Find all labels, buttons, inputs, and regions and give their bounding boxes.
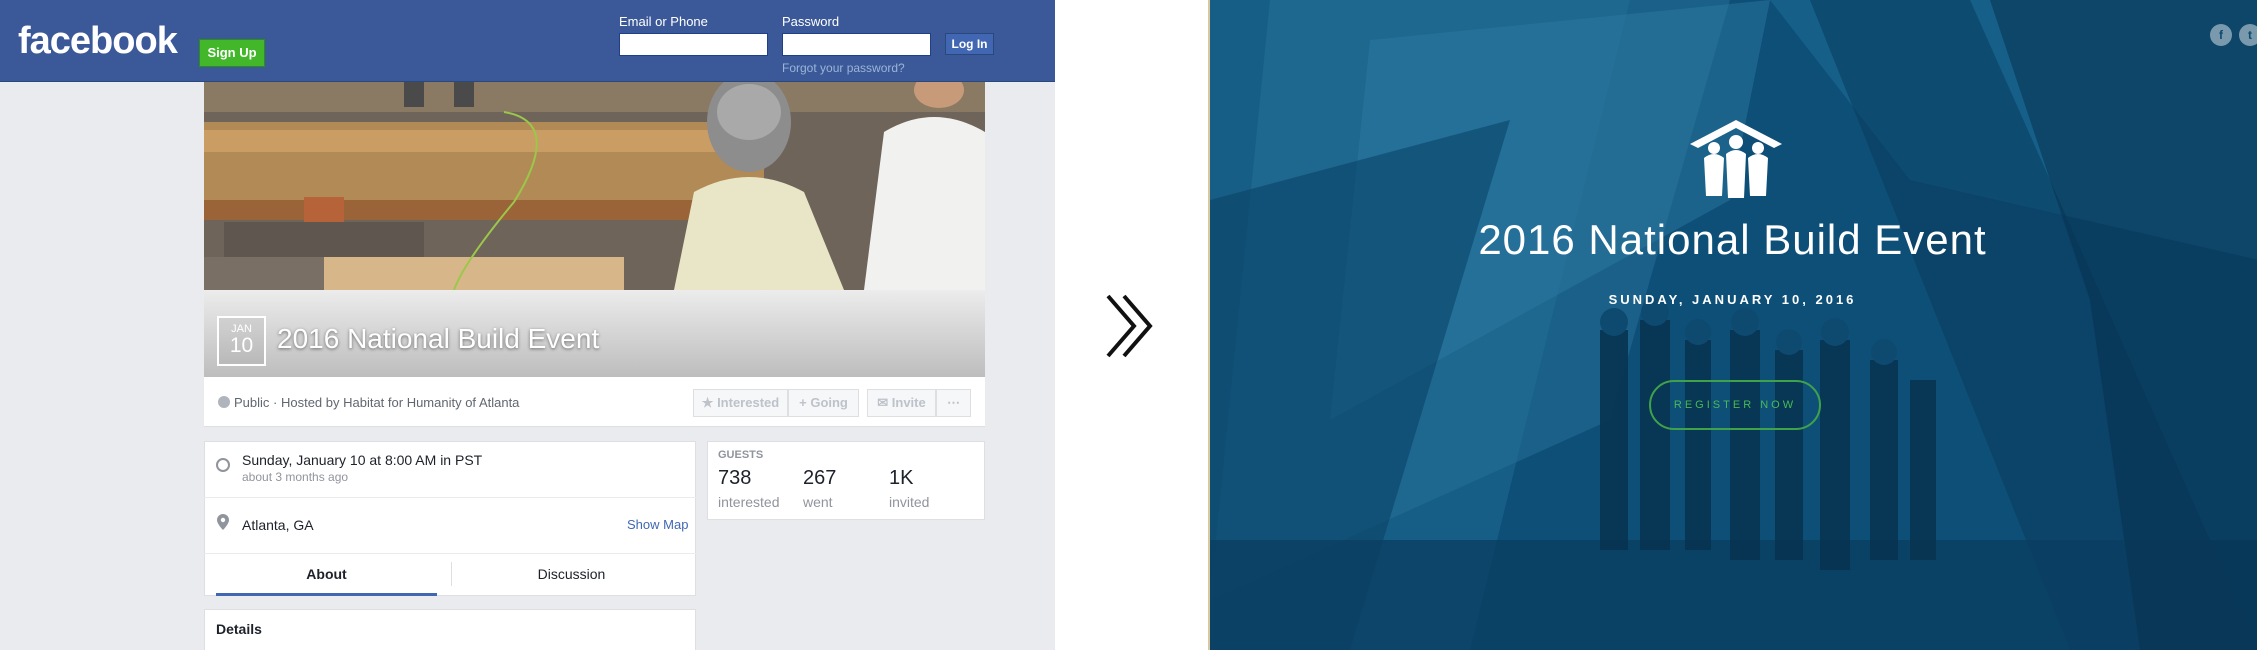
plus-icon: + (799, 395, 811, 410)
active-tab-indicator (216, 593, 437, 596)
event-datetime[interactable]: Sunday, January 10 at 8:00 AM in PST (242, 452, 482, 468)
invite-button[interactable]: ✉ Invite (867, 389, 936, 417)
envelope-icon: ✉ (877, 395, 892, 410)
globe-icon (218, 396, 230, 408)
login-button[interactable]: Log In (945, 33, 994, 55)
hero-date: SUNDAY, JANUARY 10, 2016 (1608, 292, 1857, 307)
email-field[interactable] (619, 33, 768, 56)
invited-count[interactable]: 1K (889, 467, 913, 490)
tab-discussion[interactable]: Discussion (461, 566, 682, 582)
facebook-logo[interactable]: facebook (18, 20, 178, 63)
divider (204, 553, 696, 554)
tab-about[interactable]: About (216, 566, 437, 582)
more-options-button[interactable]: ⋯ (936, 389, 971, 417)
details-heading: Details (216, 621, 262, 637)
went-label[interactable]: went (803, 494, 833, 510)
divider (204, 497, 696, 498)
event-relative-time: about 3 months ago (242, 470, 349, 484)
invited-label[interactable]: invited (889, 494, 929, 510)
event-title: 2016 National Build Event (277, 323, 600, 354)
habitat-for-humanity-logo (1690, 120, 1782, 198)
twitter-icon[interactable]: t (2239, 24, 2257, 46)
tab-divider (451, 562, 452, 586)
show-map-link[interactable]: Show Map (627, 517, 688, 532)
interested-label[interactable]: interested (718, 494, 779, 510)
event-date-box: JAN 10 (217, 316, 266, 366)
details-card (204, 609, 696, 650)
signup-button[interactable]: Sign Up (199, 39, 265, 67)
double-chevron-right-icon (1106, 294, 1153, 358)
star-icon: ★ (701, 395, 718, 410)
event-cover-photo (204, 82, 985, 290)
password-field[interactable] (782, 33, 931, 56)
went-count[interactable]: 267 (803, 467, 836, 490)
register-now-button[interactable]: REGISTER NOW (1649, 380, 1821, 430)
guests-heading: GUESTS (718, 449, 764, 461)
landing-hero-section: f t (1208, 0, 2257, 650)
email-label: Email or Phone (619, 14, 708, 29)
event-day: 10 (229, 334, 254, 357)
forgot-password-link[interactable]: Forgot your password? (782, 61, 905, 75)
event-location: Atlanta, GA (242, 517, 314, 533)
password-label: Password (782, 14, 840, 29)
interested-button[interactable]: ★ Interested (693, 389, 788, 417)
going-button[interactable]: + Going (788, 389, 859, 417)
facebook-icon[interactable]: f (2210, 24, 2232, 46)
facebook-event-page: facebook Sign Up Email or Phone Password… (0, 0, 1055, 650)
comparison-stage: facebook Sign Up Email or Phone Password… (0, 0, 2257, 650)
clock-icon (216, 458, 230, 472)
hero-background-photo (1210, 0, 2257, 650)
event-host-meta: Public · Hosted by Habitat for Humanity … (234, 395, 520, 410)
map-pin-icon (217, 514, 229, 530)
hero-title: 2016 National Build Event (1478, 216, 1987, 263)
interested-count[interactable]: 738 (718, 467, 751, 490)
